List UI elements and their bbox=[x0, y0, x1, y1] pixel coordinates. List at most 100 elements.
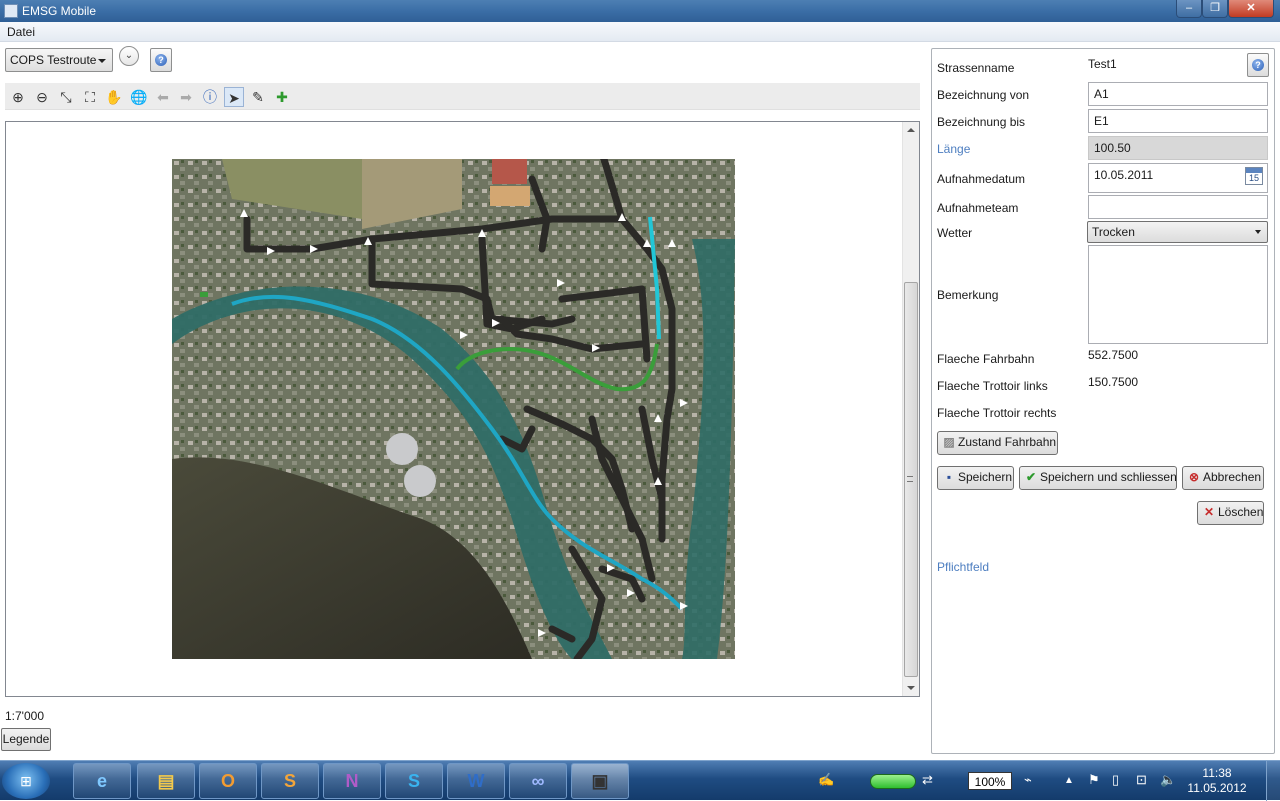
close-button[interactable]: ✕ bbox=[1228, 0, 1274, 18]
label-laenge: Länge bbox=[937, 142, 971, 156]
route-dropdown-value: COPS Testroute bbox=[10, 53, 97, 67]
map-view[interactable] bbox=[5, 121, 920, 697]
explorer-folder-icon[interactable]: ▤ bbox=[137, 763, 195, 799]
calendar-icon[interactable]: 15 bbox=[1245, 167, 1263, 185]
map-image[interactable] bbox=[172, 159, 735, 659]
skype-icon[interactable]: S bbox=[385, 763, 443, 799]
map-scale: 1:7'000 bbox=[5, 709, 44, 723]
full-extent-icon[interactable]: ⛶ bbox=[80, 87, 100, 107]
map-vertical-scrollbar[interactable] bbox=[902, 122, 919, 696]
maximize-button[interactable]: ❐ bbox=[1202, 0, 1228, 18]
cancel-button[interactable]: ⊗ Abbrechen bbox=[1182, 466, 1264, 490]
title-bar: EMSG Mobile – ❐ ✕ bbox=[0, 0, 1280, 22]
emsg-app-icon[interactable]: ▣ bbox=[571, 763, 629, 799]
help-button[interactable]: ? bbox=[150, 48, 172, 72]
volume-icon[interactable]: 🔈 bbox=[1160, 772, 1176, 788]
aufnahmedatum-value: 10.05.2011 bbox=[1094, 168, 1154, 182]
info-icon[interactable]: ⓘ bbox=[200, 87, 220, 107]
help-icon: ? bbox=[1252, 59, 1264, 71]
select-info-icon[interactable]: ➤ bbox=[224, 87, 244, 107]
zoom-extent-icon[interactable]: ⤡ bbox=[56, 87, 76, 107]
help-icon: ? bbox=[155, 54, 167, 66]
powerpoint-icon[interactable]: S bbox=[261, 763, 319, 799]
zoom-in-icon[interactable]: ⊕ bbox=[8, 87, 28, 107]
expand-button[interactable]: ⌄ bbox=[119, 46, 139, 66]
handwriting-icon[interactable]: ✍ bbox=[818, 772, 834, 788]
delete-label: Löschen bbox=[1218, 505, 1264, 519]
pflichtfeld-note: Pflichtfeld bbox=[937, 560, 990, 574]
network-icon[interactable]: ⇄ bbox=[922, 772, 933, 788]
save-close-button[interactable]: ✔ Speichern und schliessen bbox=[1019, 466, 1177, 490]
power-plug-icon[interactable]: ⌁ bbox=[1024, 772, 1032, 788]
wetter-value: Trocken bbox=[1092, 225, 1135, 239]
bezeichnung-von-field[interactable]: A1 bbox=[1088, 82, 1268, 106]
label-flaeche-trottoir-links: Flaeche Trottoir links bbox=[937, 379, 1048, 393]
globe-icon[interactable]: 🌐 bbox=[129, 87, 149, 107]
delete-button[interactable]: ✕ Löschen bbox=[1197, 501, 1264, 525]
scroll-up-icon[interactable] bbox=[907, 128, 915, 132]
map-toolbar: ⊕ ⊖ ⤡ ⛶ ✋ 🌐 ⬅ ➡ ⓘ ➤ ✎ ✚ bbox=[5, 83, 920, 110]
label-bezeichnung-von: Bezeichnung von bbox=[937, 88, 1030, 102]
aufnahmedatum-field[interactable]: 10.05.2011 15 bbox=[1088, 163, 1268, 193]
taskbar: ⊞ e ▤ O S N S W ∞ ▣ ✍ ⇄ 100% ⌁ ▲ ⚑ ▯ ⊡ 🔈… bbox=[0, 760, 1280, 801]
forward-arrow-icon[interactable]: ➡ bbox=[176, 87, 196, 107]
value-flaeche-fahrbahn: 552.7500 bbox=[1088, 348, 1139, 362]
clock-date: 11.05.2012 bbox=[1187, 781, 1247, 795]
label-flaeche-fahrbahn: Flaeche Fahrbahn bbox=[937, 352, 1035, 366]
road-condition-icon: ▨ bbox=[943, 435, 955, 449]
label-bemerkung: Bemerkung bbox=[937, 288, 999, 302]
route-dropdown[interactable]: COPS Testroute bbox=[5, 48, 113, 72]
edit-icon[interactable]: ✎ bbox=[248, 87, 268, 107]
zoom-out-icon[interactable]: ⊖ bbox=[32, 87, 52, 107]
label-wetter: Wetter bbox=[937, 226, 973, 240]
start-button[interactable]: ⊞ bbox=[2, 763, 50, 799]
menu-bar: Datei bbox=[0, 22, 1280, 42]
show-desktop-button[interactable] bbox=[1266, 761, 1280, 801]
tray-expand-icon[interactable]: ▲ bbox=[1064, 775, 1074, 786]
window-title: EMSG Mobile bbox=[22, 4, 97, 18]
label-aufnahmedatum: Aufnahmedatum bbox=[937, 172, 1026, 186]
visual-studio-icon[interactable]: ∞ bbox=[509, 763, 567, 799]
value-strassenname: Test1 bbox=[1088, 57, 1117, 71]
minimize-button[interactable]: – bbox=[1176, 0, 1202, 18]
battery-status-icon[interactable] bbox=[870, 774, 916, 789]
save-close-label: Speichern und schliessen bbox=[1040, 470, 1177, 484]
bezeichnung-bis-field[interactable]: E1 bbox=[1088, 109, 1268, 133]
delete-x-icon: ✕ bbox=[1203, 505, 1215, 519]
internet-explorer-icon[interactable]: e bbox=[73, 763, 131, 799]
zustand-fahrbahn-label: Zustand Fahrbahn bbox=[958, 435, 1057, 449]
label-aufnahmeteam: Aufnahmeteam bbox=[937, 201, 1019, 215]
menu-datei[interactable]: Datei bbox=[7, 25, 35, 39]
onenote-icon[interactable]: N bbox=[323, 763, 381, 799]
device-icon[interactable]: ▯ bbox=[1112, 772, 1119, 788]
chevron-down-icon bbox=[1255, 230, 1261, 234]
aufnahmeteam-field[interactable] bbox=[1088, 195, 1268, 219]
outlook-icon[interactable]: O bbox=[199, 763, 257, 799]
checkmark-icon: ✔ bbox=[1025, 470, 1037, 484]
cancel-label: Abbrechen bbox=[1203, 470, 1262, 484]
zustand-fahrbahn-button[interactable]: ▨ Zustand Fahrbahn bbox=[937, 431, 1058, 455]
label-flaeche-trottoir-rechts: Flaeche Trottoir rechts bbox=[937, 406, 1057, 420]
floppy-icon: ▪ bbox=[946, 470, 952, 484]
scroll-down-icon[interactable] bbox=[907, 686, 915, 690]
word-icon[interactable]: W bbox=[447, 763, 505, 799]
app-icon bbox=[4, 4, 18, 18]
scroll-grip-icon bbox=[907, 476, 913, 482]
cancel-icon: ⊗ bbox=[1188, 470, 1200, 484]
bemerkung-textarea[interactable] bbox=[1088, 245, 1268, 344]
wetter-dropdown[interactable]: Trocken bbox=[1087, 221, 1268, 243]
back-arrow-icon[interactable]: ⬅ bbox=[153, 87, 173, 107]
add-point-icon[interactable]: ✚ bbox=[272, 87, 292, 107]
pan-hand-icon[interactable]: ✋ bbox=[104, 87, 124, 107]
action-center-flag-icon[interactable]: ⚑ bbox=[1088, 772, 1100, 788]
battery-percent[interactable]: 100% bbox=[968, 772, 1012, 790]
save-button[interactable]: ▪ Speichern bbox=[937, 466, 1014, 490]
label-strassenname: Strassenname bbox=[937, 61, 1015, 75]
chevron-down-icon bbox=[98, 59, 106, 63]
network-tray-icon[interactable]: ⊡ bbox=[1136, 772, 1147, 788]
legend-button[interactable]: Legende bbox=[1, 728, 51, 751]
clock[interactable]: 11:38 11.05.2012 bbox=[1182, 766, 1252, 796]
panel-help-button[interactable]: ? bbox=[1247, 53, 1269, 77]
clock-time: 11:38 bbox=[1202, 766, 1232, 780]
save-label: Speichern bbox=[958, 470, 1013, 484]
